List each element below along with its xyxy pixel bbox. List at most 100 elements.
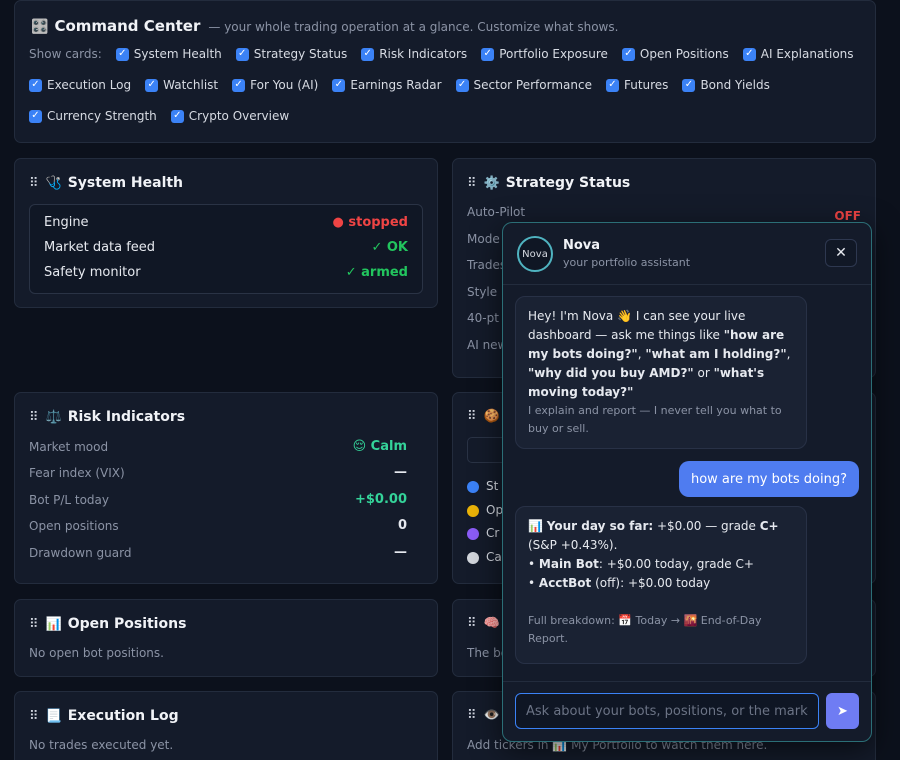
checkbox-checked-icon[interactable]: ✓ [29,78,42,92]
command-center-title: Command Center [54,17,201,35]
toggle-open-positions[interactable]: ✓ Open Positions [621,47,729,61]
system-health-card: ⠿ 🩺 System Health Engine ● stopped Marke… [14,158,438,308]
checkbox-checked-icon[interactable]: ✓ [481,47,495,61]
toggle-for-you[interactable]: ✓ For You (AI) [232,78,318,92]
breakdown-link[interactable]: Full breakdown: 📅 Today → 🌇 End-of-Day R… [528,612,794,648]
checkbox-checked-icon[interactable]: ✓ [145,78,159,92]
open-positions-card: ⠿ 📊 Open Positions No open bot positions… [14,599,438,677]
checkbox-checked-icon[interactable]: ✓ [170,109,184,123]
risk-row-vix: Fear index (VIX) — [29,465,407,480]
status-badge: ✓ OK [371,240,408,255]
open-positions-empty: No open bot positions. [29,646,164,660]
checkbox-checked-icon[interactable]: ✓ [621,47,635,61]
drag-handle-icon[interactable]: ⠿ [29,617,38,632]
legend-dot-icon [467,504,479,517]
checkbox-checked-icon[interactable]: ✓ [682,78,696,92]
execution-log-empty: No trades executed yet. [29,738,174,752]
balance-scale-icon: ⚖️ [45,409,62,425]
card-toggle-row-2: ✓ Execution Log ✓ Watchlist ✓ For You (AI) … [29,78,784,92]
toggle-futures[interactable]: ✓ Futures [605,78,668,92]
drag-handle-icon[interactable]: ⠿ [467,708,476,723]
toggle-sector-performance[interactable]: ✓ Sector Performance [455,78,592,92]
toggle-ai-explanations[interactable]: ✓ AI Explanations [742,47,854,61]
strategy-row-40pt: 40-pt [467,311,499,325]
open-positions-header: ⠿ 📊 Open Positions [29,616,186,632]
drag-handle-icon[interactable]: ⠿ [29,709,38,724]
assistant-name: Nova [563,238,601,253]
checkbox-checked-icon[interactable]: ✓ [232,78,246,92]
command-center-header: 🎛️ Command Center — your whole trading o… [31,17,618,35]
chat-input-bar: ➤ [503,681,871,741]
checkbox-checked-icon[interactable]: ✓ [605,78,619,92]
eye-icon: 👁️ [483,708,500,723]
assistant-greeting-message: Hey! I'm Nova 👋 I can see your live dash… [515,296,807,449]
chat-header: Nova Nova your portfolio assistant ✕ [503,223,871,285]
toggle-bond-yields[interactable]: ✓ Bond Yields [682,78,770,92]
checkbox-checked-icon[interactable]: ✓ [332,78,346,92]
risk-row-market-mood: Market mood 😌 Calm [29,439,407,454]
system-health-header: ⠿ 🩺 System Health [29,175,183,191]
disclaimer-text: I explain and report — I never tell you … [528,404,782,435]
nova-chat-window: Nova Nova your portfolio assistant ✕ Hey… [502,222,872,742]
send-icon[interactable]: ➤ [837,704,848,719]
send-button[interactable]: ➤ [826,693,859,729]
risk-indicators-card: ⠿ ⚖️ Risk Indicators Market mood 😌 Calm … [14,392,438,584]
autopilot-status: OFF [834,209,861,223]
risk-indicators-header: ⠿ ⚖️ Risk Indicators [29,409,185,425]
chat-input[interactable] [515,693,819,729]
checkbox-checked-icon[interactable]: ✓ [742,47,756,61]
drag-handle-icon[interactable]: ⠿ [29,176,38,191]
drag-handle-icon[interactable]: ⠿ [467,409,476,424]
toggle-earnings-radar[interactable]: ✓ Earnings Radar [332,78,442,92]
execution-log-card: ⠿ 📃 Execution Log No trades executed yet… [14,691,438,760]
show-cards-label: Show cards: [29,47,102,61]
open-positions-title: Open Positions [67,616,187,632]
health-row-engine: Engine ● stopped [44,215,408,230]
checkbox-checked-icon[interactable]: ✓ [235,47,249,61]
bar-chart-icon: 📊 [45,616,62,632]
toggle-execution-log[interactable]: ✓ Execution Log [29,78,131,92]
legend-dot-icon [467,480,479,493]
scroll-icon: 📃 [45,708,62,724]
risk-indicators-title: Risk Indicators [67,409,186,425]
drag-handle-icon[interactable]: ⠿ [29,410,38,425]
card-toggle-row-3: ✓ Currency Strength ✓ Crypto Overview [29,109,303,123]
control-knobs-icon: 🎛️ [31,19,49,35]
exposure-legend-item: Cr [467,526,499,540]
strategy-row-trades: Trades [467,258,507,272]
legend-dot-icon [467,527,479,540]
toggle-currency-strength[interactable]: ✓ Currency Strength [29,109,157,123]
system-health-title: System Health [67,175,184,191]
avatar: Nova [517,236,553,272]
toggle-risk-indicators[interactable]: ✓ Risk Indicators [361,47,467,61]
execution-log-header: ⠿ 📃 Execution Log [29,708,179,724]
status-badge: ✓ armed [345,265,408,280]
cookie-icon: 🍪 [483,409,500,424]
toggle-strategy-status[interactable]: ✓ Strategy Status [235,47,347,61]
strategy-status-title: Strategy Status [505,175,631,191]
strategy-row-style: Style [467,285,498,299]
close-icon[interactable]: ✕ [835,245,847,261]
ai-explanations-header: ⠿ 🧠 [467,616,506,631]
toggle-watchlist[interactable]: ✓ Watchlist [145,78,218,92]
strategy-row-mode: Mode [467,232,500,246]
checkbox-checked-icon[interactable]: ✓ [29,109,42,123]
exposure-legend-item: Ca [467,550,502,564]
toggle-portfolio-exposure[interactable]: ✓ Portfolio Exposure [481,47,608,61]
checkbox-checked-icon[interactable]: ✓ [361,47,375,61]
autopilot-label: Auto-Pilot [467,205,526,219]
watchlist-header: ⠿ 👁️ [467,708,506,723]
portfolio-exposure-header: ⠿ 🍪 [467,409,506,424]
assistant-subtitle: your portfolio assistant [563,256,691,269]
health-row-market-feed: Market data feed ✓ OK [44,240,408,255]
legend-dot-icon [467,551,479,564]
drag-handle-icon[interactable]: ⠿ [467,176,476,191]
toggle-crypto-overview[interactable]: ✓ Crypto Overview [170,109,289,123]
close-button[interactable]: ✕ [825,239,857,267]
drag-handle-icon[interactable]: ⠿ [467,616,476,631]
risk-row-bot-pl: Bot P/L today +$0.00 [29,492,407,507]
toggle-system-health[interactable]: ✓ System Health [115,47,222,61]
checkbox-checked-icon[interactable]: ✓ [115,47,129,61]
checkbox-checked-icon[interactable]: ✓ [455,78,469,92]
card-toggle-row-1: Show cards: ✓ System Health ✓ Strategy Sta… [29,47,868,61]
